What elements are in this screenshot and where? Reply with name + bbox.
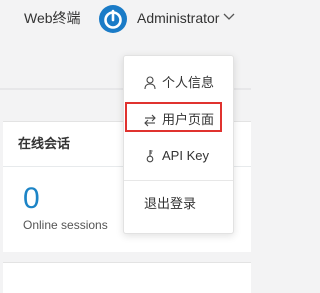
user-icon: [144, 76, 156, 90]
avatar-icon: [99, 5, 127, 33]
next-card: [3, 262, 251, 293]
sessions-label: Online sessions: [23, 218, 108, 232]
menu-item-label: 退出登录: [144, 196, 197, 211]
menu-item-profile[interactable]: 个人信息: [124, 70, 233, 96]
menu-item-logout[interactable]: 退出登录: [124, 191, 233, 217]
sessions-count: 0: [23, 182, 40, 215]
user-name: Administrator: [137, 10, 220, 26]
menu-item-api-key[interactable]: API Key: [124, 143, 233, 169]
card-title: 在线会话: [18, 136, 71, 151]
menu-divider: [124, 180, 233, 181]
web-terminal-link[interactable]: Web终端: [24, 9, 81, 27]
key-icon: [146, 150, 154, 163]
chevron-down-icon: [223, 13, 235, 20]
top-navbar: Web终端 Administrator: [0, 0, 251, 40]
highlight-box: [125, 102, 222, 132]
menu-item-label: 个人信息: [162, 75, 215, 90]
menu-item-label: API Key: [162, 148, 209, 163]
user-dropdown-menu: 个人信息 用户页面 API Key 退出登录: [123, 55, 234, 234]
